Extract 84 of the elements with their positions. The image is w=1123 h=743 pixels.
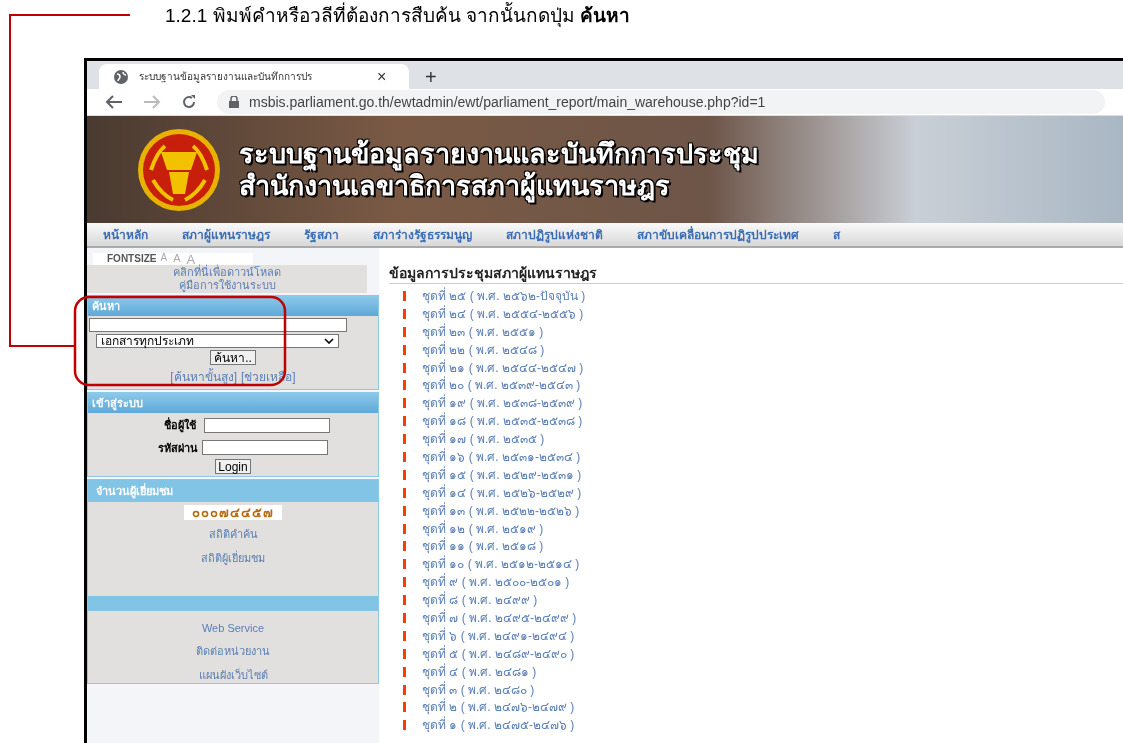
session-link[interactable]: ชุดที่ ๗ ( พ.ศ. ๒๔๙๕-๒๔๙๙ ) <box>422 611 577 624</box>
bullet-icon <box>403 666 406 677</box>
content-title: ข้อมูลการประชุมสภาผู้แทนราษฎร <box>389 264 1123 284</box>
nav-link[interactable]: ส <box>833 225 840 244</box>
bullet-icon <box>403 541 406 552</box>
bullet-icon <box>403 362 406 373</box>
new-tab-button[interactable]: + <box>425 67 437 87</box>
panel-header: จำนวนผู้เยี่ยมชม <box>88 480 378 502</box>
bullet-icon <box>403 326 406 337</box>
session-link[interactable]: ชุดที่ ๒๓ ( พ.ศ. ๒๕๕๑ ) <box>422 325 544 338</box>
password-field[interactable] <box>202 440 328 456</box>
panel-header: เข้าสู่ระบบ <box>88 393 378 413</box>
nav-link[interactable]: รัฐสภา <box>304 225 339 244</box>
session-link[interactable]: ชุดที่ ๒๕ ( พ.ศ. ๒๕๖๒-ปัจจุบัน ) <box>422 289 586 302</box>
bullet-icon <box>403 434 406 445</box>
bullet-icon <box>403 702 406 713</box>
fontsize-label: FONTSIZE <box>107 254 157 264</box>
document-type-select[interactable]: เอกสารทุกประเภท <box>96 334 339 348</box>
font-size-link[interactable]: A <box>160 252 168 266</box>
bullet-icon <box>403 451 406 462</box>
bullet-icon <box>403 577 406 588</box>
bullet-icon <box>403 505 406 516</box>
session-link[interactable]: ชุดที่ ๒๑ ( พ.ศ. ๒๕๔๔-๒๕๔๗ ) <box>422 361 584 374</box>
url-text: msbis.parliament.go.th/ewtadmin/ewt/parliament_report/main_warehouse.php?id=1 <box>249 92 766 112</box>
password-label: รหัสผ่าน <box>158 440 198 456</box>
login-button[interactable]: Login <box>215 459 251 474</box>
tab-title: ระบบฐานข้อมูลรายงานและบันทึกการปร <box>139 70 313 84</box>
visitor-counter: ๐๐๐๗๔๔๕๗ <box>184 505 282 520</box>
session-link[interactable]: ชุดที่ ๑๓ ( พ.ศ. ๒๕๒๒-๒๕๒๖ ) <box>422 504 580 517</box>
nav-link[interactable]: สภาปฏิรูปแห่งชาติ <box>506 225 603 244</box>
bullet-icon <box>403 559 406 570</box>
bullet-icon <box>403 344 406 355</box>
bullet-icon <box>403 523 406 534</box>
bullet-icon <box>403 380 406 391</box>
sidebar-link[interactable]: แผนผังเว็บไซต์ <box>198 666 268 683</box>
stats-link[interactable]: สถิติคำค้น <box>208 526 258 543</box>
font-size-link[interactable]: A <box>173 252 181 266</box>
globe-icon <box>113 68 129 85</box>
nav-link[interactable]: สภาร่างรัฐธรรมนูญ <box>373 225 472 244</box>
search-link[interactable]: [ค้นหาขั้นสูง] <box>170 368 237 386</box>
browser-tab[interactable]: ระบบฐานข้อมูลรายงานและบันทึกการปร × <box>99 64 409 89</box>
bullet-icon <box>403 684 406 695</box>
session-link[interactable]: ชุดที่ ๑๖ ( พ.ศ. ๒๕๓๑-๒๕๓๔ ) <box>422 450 581 463</box>
username-field[interactable] <box>204 417 330 433</box>
nav-link[interactable]: สภาผู้แทนราษฎร <box>182 225 270 244</box>
bullet-icon <box>403 290 406 301</box>
nav-link[interactable]: หน้าหลัก <box>103 225 148 244</box>
bullet-icon <box>403 648 406 659</box>
bullet-icon <box>403 398 406 409</box>
chevron-icon <box>324 338 334 344</box>
bullet-icon <box>403 469 406 480</box>
instruction-text: 1.2.1 พิมพ์คำหรือวลีที่ต้องการสืบค้น จากนั้นกดปุ่ม ค้นหา <box>165 2 631 30</box>
session-link[interactable]: ชุดที่ ๑๒ ( พ.ศ. ๒๕๑๙ ) <box>422 522 544 535</box>
session-link[interactable]: ชุดที่ ๑๕ ( พ.ศ. ๒๕๒๙-๒๕๓๑ ) <box>422 468 582 481</box>
username-label: ชื่อผู้ใช้ <box>164 417 196 434</box>
close-icon[interactable]: × <box>377 68 387 85</box>
banner-title: สำนักงานเลขาธิการสภาผู้แทนราษฎร <box>239 170 670 202</box>
banner-title: ระบบฐานข้อมูลรายงานและบันทึกการประชุม <box>239 137 759 170</box>
bullet-icon <box>403 720 406 731</box>
session-link[interactable]: ชุดที่ ๒๒ ( พ.ศ. ๒๕๔๘ ) <box>422 343 545 356</box>
lock-icon <box>229 96 239 108</box>
search-field[interactable] <box>89 318 347 332</box>
bullet-icon <box>403 487 406 498</box>
search-button[interactable]: ค้นหา.. <box>210 350 256 365</box>
reload-icon[interactable] <box>181 94 197 110</box>
sidebar-link[interactable]: ติดต่อหน่วยงาน <box>196 643 270 660</box>
bullet-icon <box>403 308 406 319</box>
panel-header: ค้นหา <box>88 296 378 316</box>
bullet-icon <box>403 416 406 427</box>
stats-link[interactable]: สถิติผู้เยี่ยมชม <box>201 549 265 566</box>
session-link[interactable]: ชุดที่ ๓ ( พ.ศ. ๒๔๘๐ ) <box>422 683 535 696</box>
font-size-link[interactable]: A <box>186 252 196 266</box>
address-bar[interactable]: msbis.parliament.go.th/ewtadmin/ewt/parliament_report/main_warehouse.php?id=1 <box>217 90 1105 114</box>
sidebar-link[interactable]: Web Service <box>201 619 265 636</box>
nav-link[interactable]: สภาขับเคลื่อนการปฏิรูปประเทศ <box>637 225 799 244</box>
session-link[interactable]: ชุดที่ ๕ ( พ.ศ. ๒๔๘๙-๒๔๙๐ ) <box>422 647 575 660</box>
session-link[interactable]: ชุดที่ ๑๔ ( พ.ศ. ๒๕๒๖-๒๕๒๙ ) <box>422 486 582 499</box>
bullet-icon <box>403 595 406 606</box>
session-link[interactable]: ชุดที่ ๔ ( พ.ศ. ๒๔๘๑ ) <box>422 665 537 678</box>
bullet-icon <box>403 630 406 641</box>
bullet-icon <box>403 612 406 623</box>
session-link[interactable]: ชุดที่ ๖ ( พ.ศ. ๒๔๙๑-๒๔๙๔ ) <box>422 629 575 642</box>
back-icon[interactable] <box>105 95 123 109</box>
session-link[interactable]: ชุดที่ ๒๔ ( พ.ศ. ๒๕๕๔-๒๕๕๖ ) <box>422 307 584 320</box>
